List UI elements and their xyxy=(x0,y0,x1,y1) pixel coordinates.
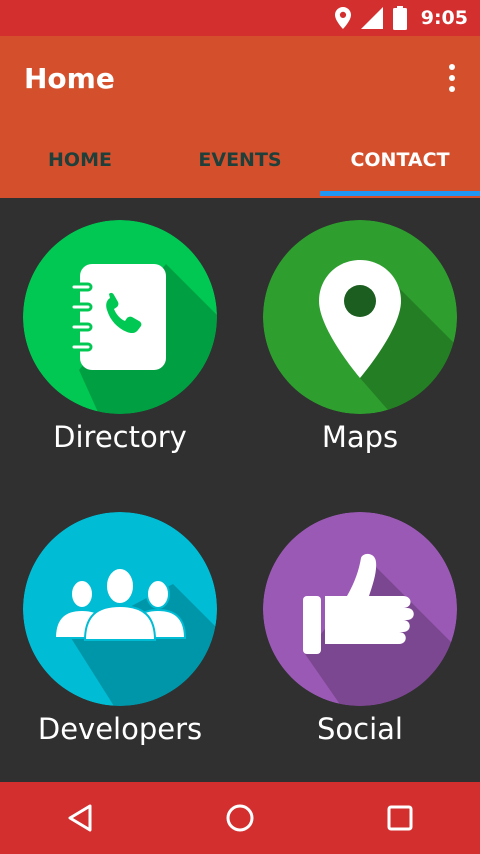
thumbs-up-icon xyxy=(263,512,457,706)
home-icon xyxy=(226,804,254,832)
tile-social[interactable]: Social xyxy=(240,490,480,782)
tile-maps[interactable]: Maps xyxy=(240,198,480,490)
tile-label-social: Social xyxy=(317,712,403,746)
recents-button[interactable] xyxy=(320,782,480,854)
home-button[interactable] xyxy=(160,782,320,854)
map-pin-icon xyxy=(263,220,457,414)
app-bar: Home HOME EVENTS CONTACT xyxy=(0,36,480,198)
tile-label-directory: Directory xyxy=(53,420,187,454)
status-icons: 9:05 xyxy=(334,0,468,36)
tab-bar: HOME EVENTS CONTACT xyxy=(0,124,480,196)
tab-home[interactable]: HOME xyxy=(0,124,160,196)
navigation-bar xyxy=(0,782,480,854)
group-icon xyxy=(23,512,217,706)
tile-directory[interactable]: Directory xyxy=(0,198,240,490)
page-title: Home xyxy=(24,62,115,95)
tab-events[interactable]: EVENTS xyxy=(160,124,320,196)
address-book-icon xyxy=(23,220,217,414)
location-icon xyxy=(334,7,351,29)
status-bar: 9:05 xyxy=(0,0,480,36)
tile-label-developers: Developers xyxy=(37,712,203,746)
social-circle xyxy=(263,512,457,706)
signal-icon xyxy=(360,7,383,29)
recents-icon xyxy=(387,805,413,831)
back-icon xyxy=(68,804,92,832)
tile-developers[interactable]: Developers xyxy=(0,490,240,782)
battery-icon xyxy=(392,6,407,30)
tile-label-maps: Maps xyxy=(321,420,399,454)
status-time: 9:05 xyxy=(420,7,468,29)
more-vert-icon[interactable] xyxy=(448,64,456,92)
tab-contact[interactable]: CONTACT xyxy=(320,124,480,196)
developers-circle xyxy=(23,512,217,706)
maps-circle xyxy=(263,220,457,414)
tile-grid: Directory Maps Developers Social xyxy=(0,198,480,782)
back-button[interactable] xyxy=(0,782,160,854)
directory-circle xyxy=(23,220,217,414)
